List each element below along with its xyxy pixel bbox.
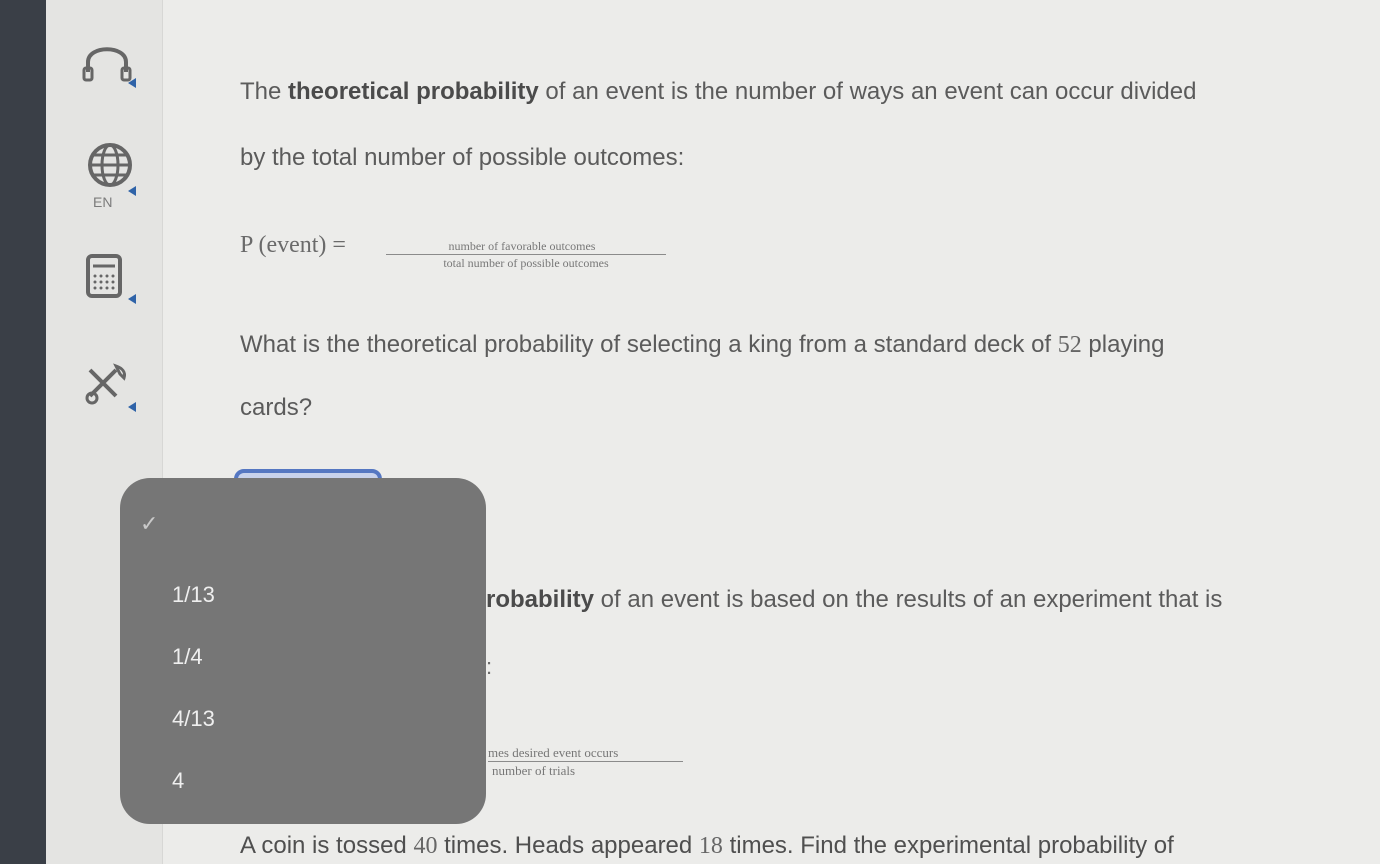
answer-options-menu[interactable]: ✓ 1/13 1/4 4/13 4 — [120, 478, 486, 824]
paragraph-colon: : — [486, 654, 493, 679]
option-1-13[interactable]: 1/13 — [172, 582, 215, 608]
formula-denominator: number of trials — [492, 763, 576, 778]
question-text: A coin is tossed — [240, 832, 414, 859]
theoretical-probability-formula: P (event) = number of favorable outcomes… — [240, 232, 666, 270]
check-icon: ✓ — [140, 511, 159, 536]
question-line2: cards? — [240, 394, 313, 421]
language-tool[interactable]: EN — [76, 138, 146, 210]
calculator-tool[interactable] — [76, 246, 146, 316]
formula-lhs: P (event) = — [240, 232, 346, 258]
device-bezel — [0, 0, 46, 864]
paragraph-text: of an event is the number of ways an eve… — [538, 78, 1197, 105]
headphones-icon — [82, 47, 132, 82]
tools-tool[interactable] — [76, 354, 146, 424]
formula-numerator: mes desired event occurs — [488, 745, 683, 762]
option-1-4[interactable]: 1/4 — [172, 644, 203, 670]
bold-term: theoretical probability — [288, 78, 539, 105]
question-text: playing — [1081, 331, 1165, 358]
theoretical-probability-paragraph: The theoretical probability of an event … — [240, 80, 1196, 104]
question-text: What is the theoretical probability of s… — [240, 331, 1058, 358]
question-text: times. Heads appeared — [437, 832, 699, 859]
toss-count: 40 — [413, 833, 438, 859]
question-text: times. Find the experimental probability… — [722, 832, 1174, 859]
formula-denominator: total number of possible outcomes — [443, 256, 609, 270]
headphones-tool[interactable] — [76, 30, 146, 100]
experimental-probability-formula: mes desired event occurs number of trial… — [488, 745, 683, 779]
paragraph-text: of an event is based on the results of a… — [594, 586, 1223, 613]
chevron-icon — [128, 294, 136, 304]
tools-icon — [85, 363, 126, 405]
formula-numerator: number of favorable outcomes — [386, 239, 666, 255]
calculator-icon — [86, 254, 122, 298]
theoretical-probability-line2: by the total number of possible outcomes… — [240, 144, 685, 171]
chevron-icon — [128, 186, 136, 196]
option-4[interactable]: 4 — [172, 768, 184, 794]
formula-fraction: number of favorable outcomes total numbe… — [386, 239, 666, 271]
paragraph-text: The — [240, 78, 289, 105]
question-line1: What is the theoretical probability of s… — [240, 331, 1165, 358]
deck-size: 52 — [1057, 332, 1082, 358]
heads-count: 18 — [698, 833, 723, 859]
experimental-probability-paragraph: robability of an event is based on the r… — [486, 586, 1222, 614]
bold-term: robability — [486, 586, 595, 613]
language-code-label: EN — [93, 194, 113, 210]
option-4-13[interactable]: 4/13 — [172, 706, 215, 732]
coin-toss-question: A coin is tossed 40 times. Heads appeare… — [240, 832, 1174, 860]
chevron-icon — [128, 78, 136, 88]
chevron-icon — [128, 402, 136, 412]
